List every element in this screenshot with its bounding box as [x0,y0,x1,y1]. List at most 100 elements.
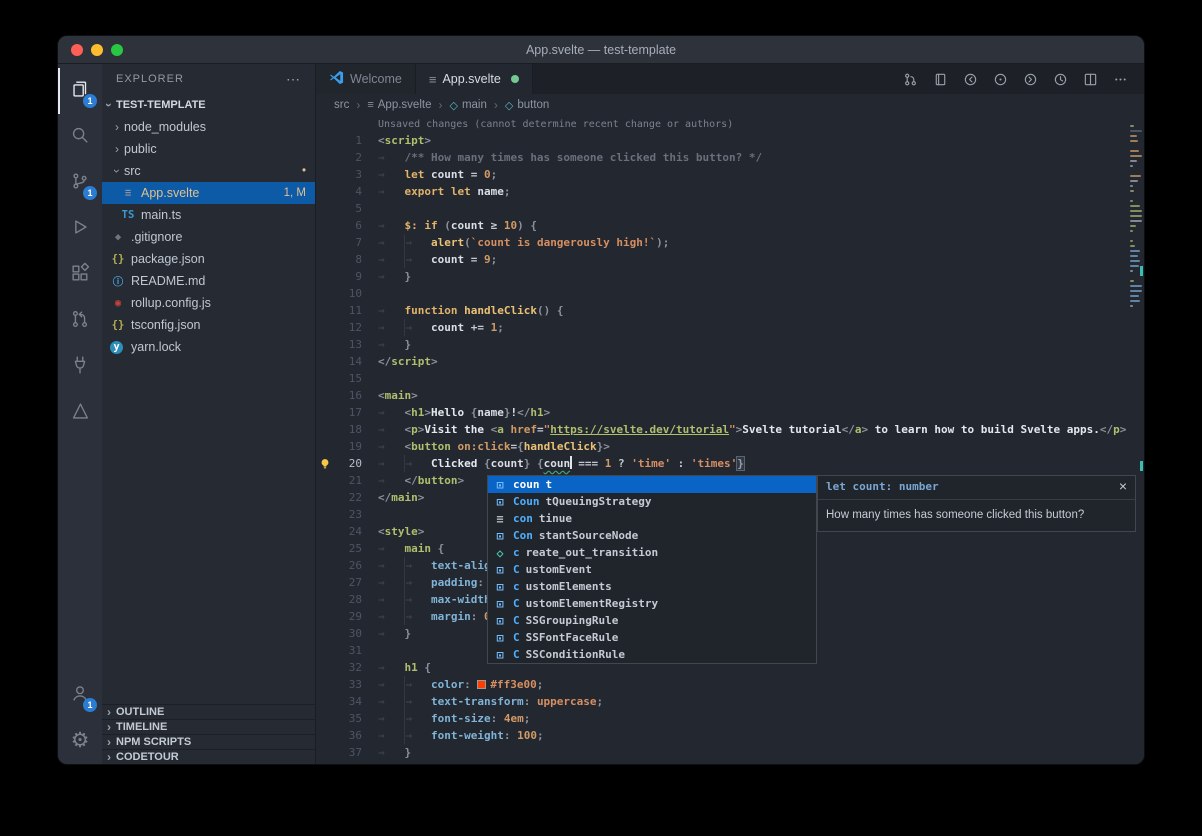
run-debug-button[interactable] [58,206,102,252]
line-number[interactable]: 23 [334,506,362,523]
close-icon[interactable]: × [1119,480,1127,492]
code-line[interactable]: 13→} [316,336,1128,353]
line-number[interactable]: 16 [334,387,362,404]
panel-outline[interactable]: ›OUTLINE [102,704,315,719]
line-number[interactable]: 28 [334,591,362,608]
suggest-item-customevent[interactable]: ⊡CustomEvent [488,561,816,578]
file-readme-md[interactable]: ⓘREADME.md [102,270,315,292]
history-icon[interactable] [1047,66,1074,92]
line-number[interactable]: 17 [334,404,362,421]
code-area[interactable]: Unsaved changes (cannot determine recent… [316,116,1128,764]
code-line[interactable]: 14</script> [316,353,1128,370]
minimize-window-button[interactable] [91,44,103,56]
code-line[interactable]: 18→<p>Visit the <a href="https://svelte.… [316,421,1128,438]
panel-npm-scripts[interactable]: ›NPM SCRIPTS [102,734,315,749]
code-line[interactable]: 8→→count = 9; [316,251,1128,268]
code-line[interactable]: 5 [316,200,1128,217]
line-number[interactable]: 19 [334,438,362,455]
suggest-item-cssfontfacerule[interactable]: ⊡CSSFontFaceRule [488,629,816,646]
search-button[interactable] [58,114,102,160]
code-line[interactable]: 11→function handleClick() { [316,302,1128,319]
line-number[interactable]: 32 [334,659,362,676]
line-number[interactable]: 1 [334,132,362,149]
zoom-window-button[interactable] [111,44,123,56]
code-line[interactable]: 34→→text-transform: uppercase; [316,693,1128,710]
line-number[interactable]: 3 [334,166,362,183]
line-number[interactable]: 7 [334,234,362,251]
extensions-button[interactable] [58,252,102,298]
panel-codetour[interactable]: ›CODETOUR [102,749,315,764]
code-line[interactable]: 9→} [316,268,1128,285]
remote-button[interactable] [58,344,102,390]
line-number[interactable]: 12 [334,319,362,336]
code-line[interactable]: 17→<h1>Hello {name}!</h1> [316,404,1128,421]
suggest-item-cssgroupingrule[interactable]: ⊡CSSGroupingRule [488,612,816,629]
code-line[interactable]: 19→<button on:click={handleClick}> [316,438,1128,455]
explorer-section-header[interactable]: › TEST-TEMPLATE [102,94,315,116]
folder-public[interactable]: ›public [102,138,315,160]
file-gitignore[interactable]: ◆.gitignore [102,226,315,248]
line-number[interactable]: 2 [334,149,362,166]
code-line[interactable]: 7→→alert(`count is dangerously high!`); [316,234,1128,251]
split-editor-icon[interactable] [1077,66,1104,92]
folder-src[interactable]: ›src• [102,160,315,182]
code-line[interactable]: 35→→font-size: 4em; [316,710,1128,727]
line-number[interactable]: 34 [334,693,362,710]
more-actions-icon[interactable]: ⋯ [286,71,301,88]
suggest-item-continue[interactable]: ≡continue [488,510,816,527]
file-package-json[interactable]: {}package.json [102,248,315,270]
suggest-item-count[interactable]: ⊡count [488,476,816,493]
breadcrumb-item-src[interactable]: src [334,99,349,111]
git-pr-icon[interactable] [897,66,924,92]
code-line[interactable]: 15 [316,370,1128,387]
line-number[interactable]: 35 [334,710,362,727]
file-tsconfig-json[interactable]: {}tsconfig.json [102,314,315,336]
line-number[interactable]: 18 [334,421,362,438]
notebook-icon[interactable] [927,66,954,92]
lightbulb-icon[interactable] [316,455,334,472]
code-line[interactable]: 12→→count += 1; [316,319,1128,336]
folder-node-modules[interactable]: ›node_modules [102,116,315,138]
code-line[interactable]: 4→export let name; [316,183,1128,200]
code-line[interactable]: 6→$: if (count ≥ 10) { [316,217,1128,234]
file-yarn-lock[interactable]: yyarn.lock [102,336,315,358]
line-number[interactable]: 11 [334,302,362,319]
code-line[interactable]: 10 [316,285,1128,302]
line-number[interactable]: 15 [334,370,362,387]
account-button[interactable]: 1 [58,672,102,718]
code-line[interactable]: 37→} [316,744,1128,761]
more-actions-icon[interactable] [1107,66,1134,92]
source-control-button[interactable]: 1 [58,160,102,206]
minimap[interactable] [1128,116,1144,764]
breadcrumb-item-button[interactable]: ◇button [505,99,549,112]
line-number[interactable]: 36 [334,727,362,744]
line-number[interactable]: 10 [334,285,362,302]
suggest-item-constantsourcenode[interactable]: ⊡ConstantSourceNode [488,527,816,544]
line-number[interactable]: 21 [334,472,362,489]
line-number[interactable]: 25 [334,540,362,557]
line-number[interactable]: 37 [334,744,362,761]
line-number[interactable]: 26 [334,557,362,574]
line-number[interactable]: 31 [334,642,362,659]
file-main-ts[interactable]: TSmain.ts [102,204,315,226]
suggest-item-cssconditionrule[interactable]: ⊡CSSConditionRule [488,646,816,663]
panel-timeline[interactable]: ›TIMELINE [102,719,315,734]
settings-button[interactable]: ⚙ [58,718,102,764]
code-line[interactable]: 1<script> [316,132,1128,149]
line-number[interactable]: 29 [334,608,362,625]
suggest-item-customelementregistry[interactable]: ⊡CustomElementRegistry [488,595,816,612]
record-icon[interactable] [987,66,1014,92]
code-line[interactable]: 3→let count = 0; [316,166,1128,183]
line-number[interactable]: 33 [334,676,362,693]
code-line[interactable]: 36→→font-weight: 100; [316,727,1128,744]
navigate-forward-icon[interactable] [1017,66,1044,92]
suggest-item-create-out-transition[interactable]: ◇create_out_transition [488,544,816,561]
file-app-svelte[interactable]: ≡App.svelte1, M [102,182,315,204]
line-number[interactable]: 5 [334,200,362,217]
line-number[interactable]: 4 [334,183,362,200]
line-number[interactable]: 8 [334,251,362,268]
explorer-button[interactable]: 1 [58,68,102,114]
navigate-back-icon[interactable] [957,66,984,92]
file-rollup-config-js[interactable]: ◉rollup.config.js [102,292,315,314]
github-button[interactable] [58,298,102,344]
